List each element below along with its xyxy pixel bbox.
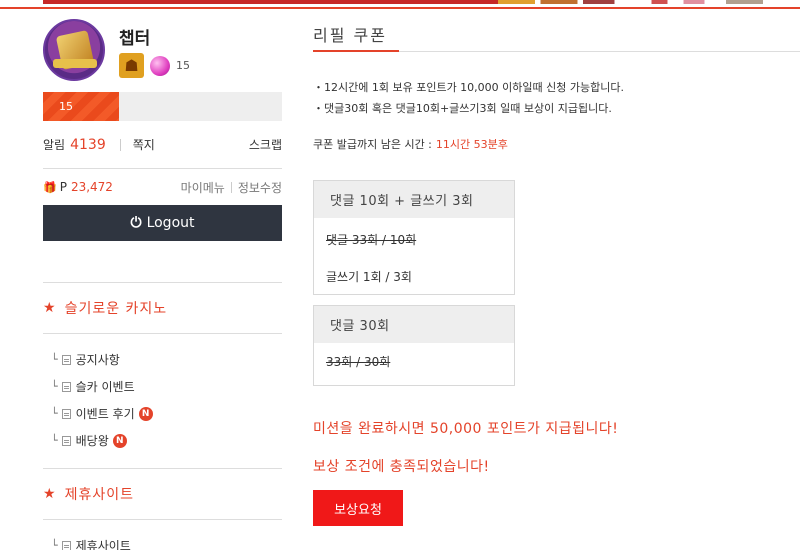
coupon-timer: 쿠폰 발급까지 남은 시간 :11시간 53분후 <box>313 136 800 152</box>
mission-progress-posts: 글쓰기 1회 / 3회 <box>326 270 412 284</box>
casino-menu: └ 공지사항 └ 슬카 이벤트 └ 이벤트 후기 N └ 배당왕 N <box>43 334 282 468</box>
top-banner-strip <box>0 0 800 9</box>
alarm-count[interactable]: 4139 <box>70 137 106 153</box>
gift-icon: 🎁 <box>43 180 57 194</box>
timer-label: 쿠폰 발급까지 남은 시간 : <box>313 138 432 151</box>
menu-item-label: 공지사항 <box>75 353 120 367</box>
edit-info-link[interactable]: 정보수정 <box>238 179 282 196</box>
memo-link[interactable]: 쪽지 <box>133 136 155 153</box>
menu-item-dividend-king[interactable]: └ 배당왕 N <box>43 427 282 454</box>
tree-branch-icon: └ <box>51 380 58 393</box>
divider <box>230 181 232 193</box>
section-title-label: 제휴사이트 <box>64 487 134 503</box>
coupon-rules: ・12시간에 1회 보유 포인트가 10,000 이하일때 신청 가능합니다. … <box>313 76 800 118</box>
page-title-underline <box>313 50 399 52</box>
divider <box>119 138 121 151</box>
mission-progress-comments: 댓글 33회 / 10회 <box>326 233 417 247</box>
points-row: 🎁 P 23,472 마이메뉴 정보수정 <box>43 169 282 205</box>
lion-badge-icon: ☗ <box>119 53 144 78</box>
document-icon <box>61 354 71 365</box>
new-badge-icon: N <box>138 406 153 421</box>
account-menu-links: 마이메뉴 정보수정 <box>181 179 282 196</box>
logout-label: Logout <box>146 215 195 231</box>
page-title: 리필 쿠폰 <box>313 26 387 45</box>
menu-item-event-review[interactable]: └ 이벤트 후기 N <box>43 400 282 427</box>
alarm-link[interactable]: 알림 <box>43 136 65 153</box>
timer-value: 11시간 53분후 <box>435 138 508 151</box>
menu-item-event[interactable]: └ 슬카 이벤트 <box>43 373 282 400</box>
rule-line: ・댓글30회 혹은 댓글10회+글쓰기3회 일때 보상이 지급됩니다. <box>313 101 612 115</box>
scrap-link[interactable]: 스크랩 <box>249 136 282 153</box>
star-icon: ★ <box>43 486 57 502</box>
reward-condition-message: 보상 조건에 충족되었습니다! <box>313 459 490 475</box>
rule-line: ・12시간에 1회 보유 포인트가 10,000 이하일때 신청 가능합니다. <box>313 80 624 94</box>
mission-title: 댓글 30회 <box>314 306 514 343</box>
avatar-ribbon <box>53 59 97 68</box>
menu-item-partner-sites[interactable]: └ 제휴사이트 <box>43 532 282 550</box>
experience-bar: 15 <box>43 92 282 121</box>
tree-branch-icon: └ <box>51 539 58 550</box>
menu-item-label: 이벤트 후기 <box>75 407 135 421</box>
section-title-label: 슬기로운 카지노 <box>64 301 168 317</box>
nickname[interactable]: 챕터 <box>119 24 150 49</box>
document-icon <box>61 408 71 419</box>
menu-item-notice[interactable]: └ 공지사항 <box>43 346 282 373</box>
mymenu-link[interactable]: 마이메뉴 <box>181 179 225 196</box>
point-value[interactable]: 23,472 <box>71 180 113 194</box>
avatar[interactable] <box>43 19 105 81</box>
profile-box: 챕터 ☗ 15 <box>43 10 282 90</box>
level-number: 15 <box>176 59 190 72</box>
power-icon: ⏻ <box>130 215 142 231</box>
document-icon <box>61 540 71 550</box>
reward-request-button[interactable]: 보상요청 <box>313 490 403 526</box>
logout-button[interactable]: ⏻ Logout <box>43 205 282 241</box>
section-title-casino[interactable]: ★ 슬기로운 카지노 <box>43 283 282 333</box>
tree-branch-icon: └ <box>51 434 58 447</box>
experience-level-label: 15 <box>59 100 73 113</box>
tree-branch-icon: └ <box>51 353 58 366</box>
banner-thumbnails <box>498 0 763 4</box>
sidebar: 챕터 ☗ 15 15 알림 4139 쪽지 스크랩 🎁 P 23,472 마이메… <box>43 10 282 550</box>
mission-progress-comments: 33회 / 30회 <box>326 355 391 369</box>
document-icon <box>61 381 71 392</box>
mission-body: 댓글 33회 / 10회 글쓰기 1회 / 3회 <box>314 218 514 295</box>
tree-branch-icon: └ <box>51 407 58 420</box>
mission-card-comments-posts: 댓글 10회 + 글쓰기 3회 댓글 33회 / 10회 글쓰기 1회 / 3회 <box>313 180 515 295</box>
star-icon: ★ <box>43 300 57 316</box>
experience-bar-fill <box>43 92 120 121</box>
account-links-row: 알림 4139 쪽지 스크랩 <box>43 121 282 169</box>
menu-item-label: 배당왕 <box>75 434 109 448</box>
new-badge-icon: N <box>112 433 127 448</box>
menu-item-label: 슬카 이벤트 <box>75 380 135 394</box>
document-icon <box>61 435 71 446</box>
mission-title: 댓글 10회 + 글쓰기 3회 <box>314 181 514 218</box>
mission-complete-message: 미션을 완료하시면 50,000 포인트가 지급됩니다! <box>313 421 619 437</box>
section-title-partners[interactable]: ★ 제휴사이트 <box>43 469 282 519</box>
menu-item-label: 제휴사이트 <box>75 539 131 550</box>
main-content: 리필 쿠폰 ・12시간에 1회 보유 포인트가 10,000 이하일때 신청 가… <box>313 10 800 526</box>
mission-card-comments: 댓글 30회 33회 / 30회 <box>313 305 515 386</box>
partner-menu: └ 제휴사이트 <box>43 520 282 550</box>
level-orb-icon <box>150 56 170 76</box>
point-prefix: P <box>59 180 67 194</box>
page-header: 리필 쿠폰 <box>313 10 800 52</box>
header-divider <box>0 7 800 9</box>
